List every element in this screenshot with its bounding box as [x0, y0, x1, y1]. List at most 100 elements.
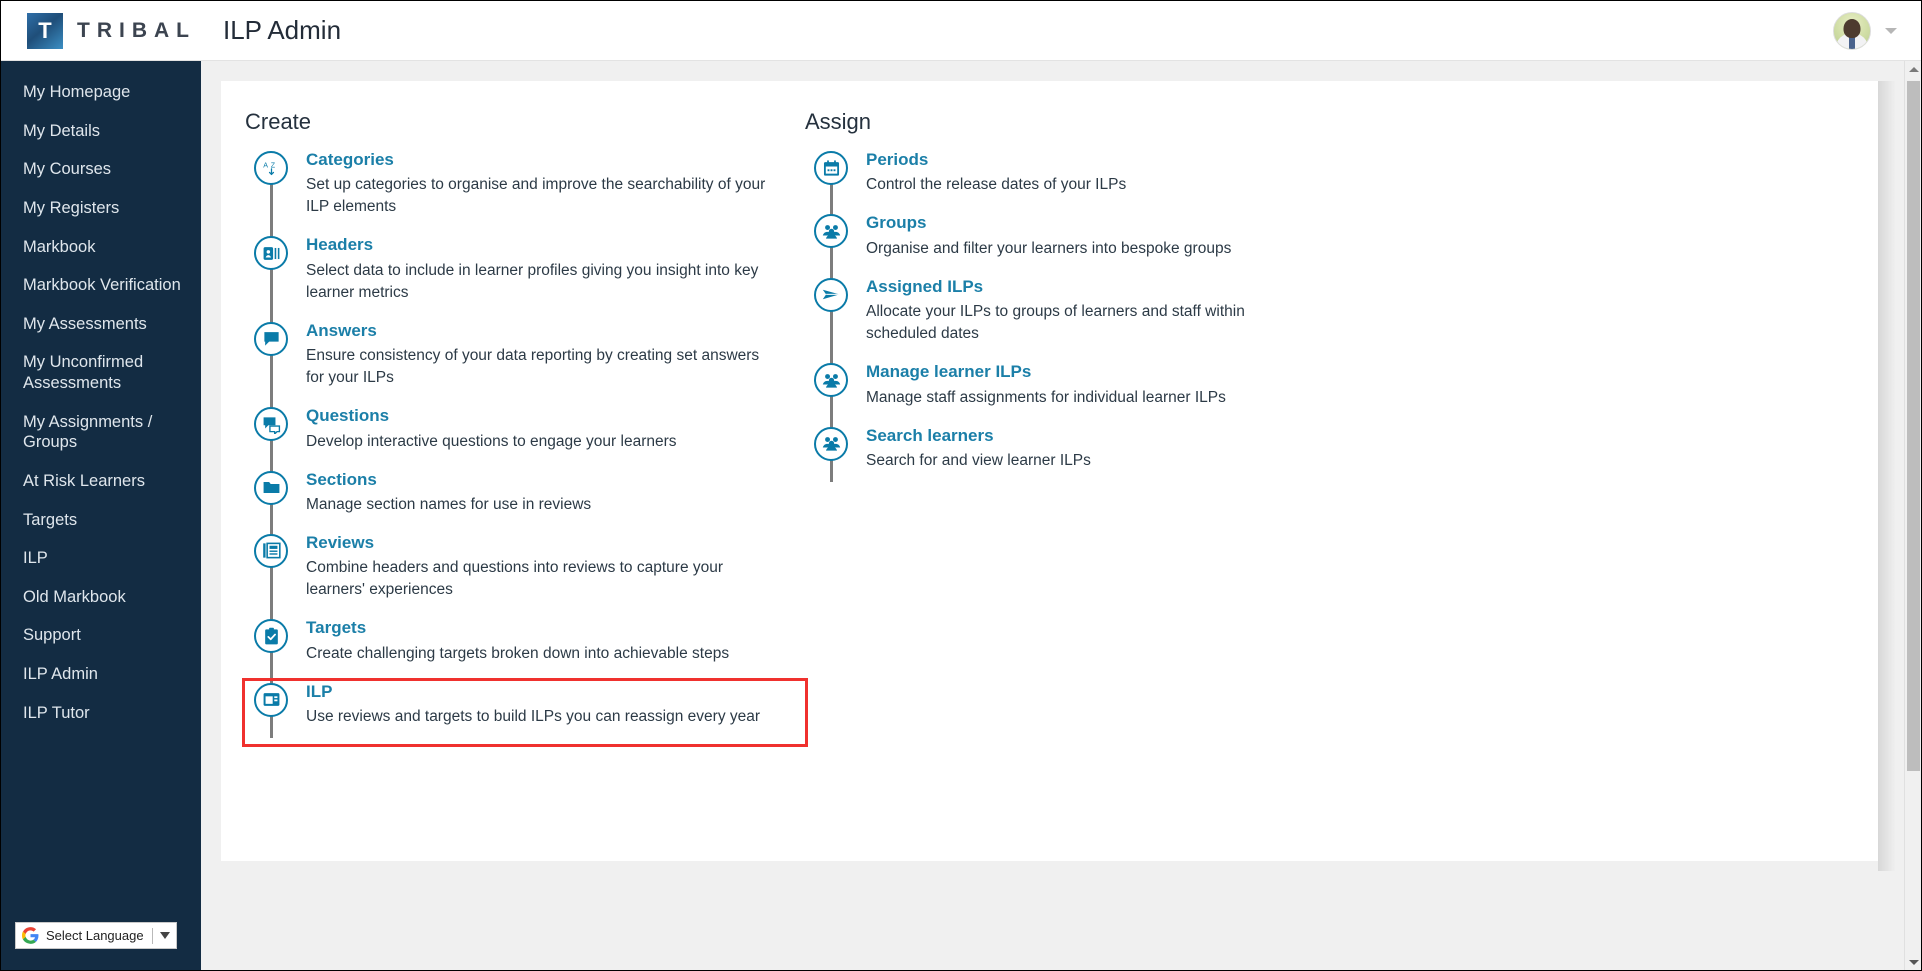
sidebar-item-my-unconfirmed-assessments[interactable]: My Unconfirmed Assessments	[1, 343, 201, 402]
item-text: Questions Develop interactive questions …	[288, 405, 805, 452]
create-desc-headers: Select data to include in learner profil…	[306, 261, 759, 301]
main-content-area: Create A Z Categories Set up categories …	[201, 61, 1921, 970]
vertical-scrollbar[interactable]	[1904, 61, 1921, 970]
sidebar-item-targets[interactable]: Targets	[1, 501, 201, 540]
document-list-icon	[254, 533, 288, 568]
column-assign: Assign Periods Control the release dates…	[805, 109, 1365, 744]
select-language-label: Select Language	[46, 928, 144, 943]
create-item-categories[interactable]: A Z Categories Set up categories to orga…	[245, 149, 805, 234]
sidebar-item-old-markbook[interactable]: Old Markbook	[1, 578, 201, 617]
az-sort-icon: A Z	[254, 151, 288, 185]
assign-item-assigned-ilps[interactable]: Assigned ILPs Allocate your ILPs to grou…	[805, 276, 1365, 361]
column-create: Create A Z Categories Set up categories …	[242, 109, 808, 748]
brand-tile-icon: T	[27, 12, 63, 49]
panel-edge-shadow	[1878, 81, 1896, 871]
people-group-icon	[814, 363, 848, 398]
sidebar-item-at-risk-learners[interactable]: At Risk Learners	[1, 462, 201, 501]
create-item-questions[interactable]: Questions Develop interactive questions …	[245, 405, 805, 468]
create-link-answers[interactable]: Answers	[306, 321, 377, 341]
create-link-targets[interactable]: Targets	[306, 618, 366, 638]
scroll-up-arrow-icon[interactable]	[1905, 61, 1921, 78]
create-item-sections[interactable]: Sections Manage section names for use in…	[245, 469, 805, 532]
assign-desc-groups: Organise and filter your learners into b…	[866, 239, 1232, 257]
divider	[152, 927, 153, 944]
app-window: T TRIBAL ILP Admin My Homepage My Detail…	[0, 0, 1922, 971]
google-logo-icon	[22, 927, 39, 944]
sidebar-item-ilp-tutor[interactable]: ILP Tutor	[1, 694, 201, 733]
caret-down-icon[interactable]	[160, 932, 170, 939]
sidebar-item-markbook-verification[interactable]: Markbook Verification	[1, 266, 201, 305]
chat-bubbles-icon	[254, 407, 288, 442]
create-link-headers[interactable]: Headers	[306, 235, 373, 255]
create-desc-answers: Ensure consistency of your data reportin…	[306, 347, 760, 387]
assign-timeline: Periods Control the release dates of you…	[805, 149, 1365, 488]
calendar-icon	[814, 151, 848, 185]
brand-name: TRIBAL	[77, 18, 196, 42]
chevron-down-icon[interactable]	[1885, 27, 1897, 34]
assign-link-periods[interactable]: Periods	[866, 150, 928, 170]
svg-text:A: A	[263, 161, 268, 169]
sidebar-item-my-registers[interactable]: My Registers	[1, 189, 201, 228]
sidebar-item-markbook[interactable]: Markbook	[1, 228, 201, 267]
item-text: Answers Ensure consistency of your data …	[288, 320, 805, 389]
avatar[interactable]	[1833, 11, 1871, 50]
create-item-headers[interactable]: Headers Select data to include in learne…	[245, 234, 805, 319]
create-link-categories[interactable]: Categories	[306, 150, 394, 170]
assign-item-search-learners[interactable]: Search learners Search for and view lear…	[805, 425, 1365, 488]
create-item-targets[interactable]: Targets Create challenging targets broke…	[245, 617, 805, 680]
assign-link-groups[interactable]: Groups	[866, 213, 926, 233]
item-text: ILP Use reviews and targets to build ILP…	[288, 681, 805, 728]
assign-desc-periods: Control the release dates of your ILPs	[866, 176, 1127, 194]
sidebar-item-support[interactable]: Support	[1, 616, 201, 655]
item-text: Assigned ILPs Allocate your ILPs to grou…	[848, 276, 1365, 345]
create-item-answers[interactable]: Answers Ensure consistency of your data …	[245, 320, 805, 405]
sidebar-item-my-assessments[interactable]: My Assessments	[1, 305, 201, 344]
create-link-questions[interactable]: Questions	[306, 406, 389, 426]
assign-link-assigned-ilps[interactable]: Assigned ILPs	[866, 277, 983, 297]
id-card-icon	[254, 236, 288, 271]
sidebar-item-my-homepage[interactable]: My Homepage	[1, 73, 201, 112]
clipboard-check-icon	[254, 619, 288, 654]
assign-item-periods[interactable]: Periods Control the release dates of you…	[805, 149, 1365, 212]
scroll-down-arrow-icon[interactable]	[1905, 954, 1921, 970]
brand-logo[interactable]: T TRIBAL	[1, 12, 201, 49]
sidebar-item-my-details[interactable]: My Details	[1, 112, 201, 151]
folder-icon	[254, 470, 288, 505]
create-desc-targets: Create challenging targets broken down i…	[306, 644, 730, 662]
assign-desc-search-learners: Search for and view learner ILPs	[866, 451, 1091, 469]
assign-link-search-learners[interactable]: Search learners	[866, 426, 994, 446]
create-link-reviews[interactable]: Reviews	[306, 533, 374, 553]
triangle-down	[1908, 960, 1919, 965]
select-language-dropdown[interactable]: Select Language	[15, 922, 177, 949]
content-panel: Create A Z Categories Set up categories …	[221, 81, 1878, 861]
item-text: Categories Set up categories to organise…	[288, 149, 805, 218]
speech-bubble-icon	[254, 321, 288, 356]
create-link-sections[interactable]: Sections	[306, 470, 377, 490]
sidebar-item-ilp-admin[interactable]: ILP Admin	[1, 655, 201, 694]
assign-item-groups[interactable]: Groups Organise and filter your learners…	[805, 212, 1365, 275]
top-bar: T TRIBAL ILP Admin	[1, 1, 1921, 61]
window-layout-icon	[254, 682, 288, 717]
columns-wrapper: Create A Z Categories Set up categories …	[221, 81, 1878, 748]
sidebar-item-ilp[interactable]: ILP	[1, 539, 201, 578]
assign-column-heading: Assign	[805, 109, 872, 134]
scrollbar-thumb[interactable]	[1907, 81, 1920, 771]
sidebar-item-my-assignments-groups[interactable]: My Assignments / Groups	[1, 403, 201, 462]
create-link-ilp[interactable]: ILP	[306, 682, 332, 702]
create-column-heading: Create	[245, 109, 312, 134]
item-text: Reviews Combine headers and questions in…	[288, 532, 805, 601]
assign-link-manage-learner-ilps[interactable]: Manage learner ILPs	[866, 362, 1031, 382]
item-text: Groups Organise and filter your learners…	[848, 212, 1365, 259]
item-text: Headers Select data to include in learne…	[288, 234, 805, 303]
item-text: Manage learner ILPs Manage staff assignm…	[848, 361, 1365, 408]
create-desc-ilp: Use reviews and targets to build ILPs yo…	[306, 708, 761, 726]
page-title: ILP Admin	[223, 15, 342, 45]
item-text: Periods Control the release dates of you…	[848, 149, 1365, 196]
create-item-ilp[interactable]: ILP Use reviews and targets to build ILP…	[242, 677, 808, 748]
create-desc-reviews: Combine headers and questions into revie…	[306, 559, 724, 599]
top-bar-right	[1833, 11, 1921, 50]
sidebar-item-my-courses[interactable]: My Courses	[1, 150, 201, 189]
create-item-reviews[interactable]: Reviews Combine headers and questions in…	[245, 532, 805, 617]
assign-desc-assigned-ilps: Allocate your ILPs to groups of learners…	[866, 303, 1245, 343]
assign-item-manage-learner-ilps[interactable]: Manage learner ILPs Manage staff assignm…	[805, 361, 1365, 424]
